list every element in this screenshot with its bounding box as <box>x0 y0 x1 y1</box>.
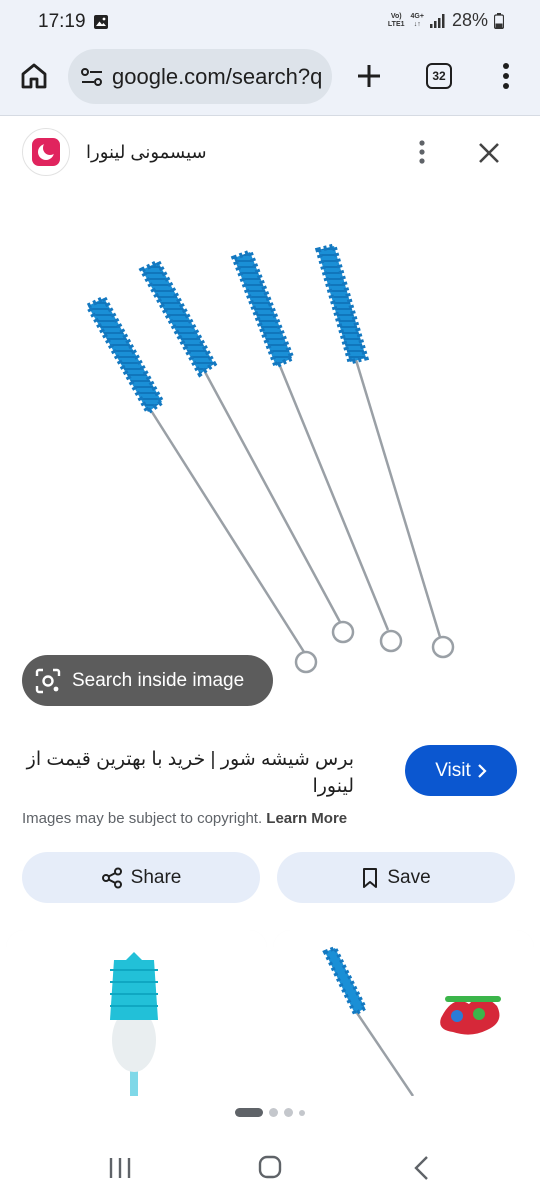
save-label: Save <box>387 866 431 888</box>
more-menu-icon[interactable] <box>496 60 516 92</box>
omnibox[interactable]: google.com/search?q <box>68 49 332 104</box>
image-source-row: سیسمونی لینورا <box>0 126 540 182</box>
moon-logo-icon <box>32 138 60 166</box>
related-image-2[interactable] <box>273 930 534 1096</box>
status-time: 17:19 <box>38 11 86 32</box>
brush-2 <box>138 258 355 644</box>
product-image-brushes[interactable] <box>0 190 540 710</box>
system-navigation-bar <box>0 1130 540 1200</box>
cyan-brush-thumbnail <box>6 930 267 1096</box>
more-options-icon[interactable] <box>410 138 434 166</box>
share-button[interactable]: Share <box>22 852 260 903</box>
learn-more-link[interactable]: Learn More <box>266 810 347 827</box>
status-bar: 17:19 Vo) LTE1 4G+ ↓↑ 28% <box>0 0 540 44</box>
tab-switcher-button[interactable]: 32 <box>426 63 452 89</box>
source-name[interactable]: سیسمونی لینورا <box>86 142 207 163</box>
home-icon[interactable] <box>17 59 51 93</box>
search-inside-image-button[interactable]: Search inside image <box>22 655 273 706</box>
visit-label: Visit <box>435 759 471 781</box>
brush-3 <box>230 248 403 653</box>
lens-icon <box>35 668 61 693</box>
page-indicator-dot <box>269 1108 278 1117</box>
related-image-1[interactable] <box>6 930 267 1096</box>
battery-percent: 28% <box>451 10 488 30</box>
share-label: Share <box>130 866 182 888</box>
page-indicator-active <box>235 1108 263 1117</box>
browser-toolbar: google.com/search?q 32 <box>0 44 540 116</box>
new-tab-icon[interactable] <box>352 59 386 93</box>
status-indicators: Vo) LTE1 4G+ ↓↑ 28% <box>388 10 504 31</box>
result-title[interactable]: برس شیشه شور | خرید با بهترین قیمت از لی… <box>14 746 354 800</box>
copyright-text: Images may be subject to copyright. <box>22 810 263 827</box>
site-settings-icon[interactable] <box>80 67 104 87</box>
copyright-notice: Images may be subject to copyright. Lear… <box>22 810 347 827</box>
share-icon <box>101 867 122 888</box>
network-type-indicator: 4G+ ↓↑ <box>410 12 424 28</box>
battery-icon <box>494 12 504 29</box>
chevron-right-icon <box>478 763 487 778</box>
page-indicator-dot <box>299 1109 305 1116</box>
page-indicator <box>235 1108 305 1117</box>
back-icon[interactable] <box>412 1155 432 1181</box>
page-indicator-dot <box>284 1108 293 1117</box>
close-icon[interactable] <box>476 140 502 166</box>
source-logo[interactable] <box>22 128 70 176</box>
home-button-icon[interactable] <box>258 1155 282 1179</box>
brush-4 <box>314 242 455 659</box>
recent-apps-icon[interactable] <box>108 1156 132 1180</box>
blue-brush-thumbnail <box>273 930 534 1096</box>
signal-icon <box>429 13 445 28</box>
visit-button[interactable]: Visit <box>405 745 517 796</box>
search-inside-label: Search inside image <box>72 669 245 691</box>
volte-indicator: Vo) LTE1 <box>387 12 405 28</box>
bookmark-icon <box>363 867 378 888</box>
save-button[interactable]: Save <box>277 852 515 903</box>
gallery-notification-icon <box>94 15 108 29</box>
url-text: google.com/search?q <box>112 63 323 89</box>
